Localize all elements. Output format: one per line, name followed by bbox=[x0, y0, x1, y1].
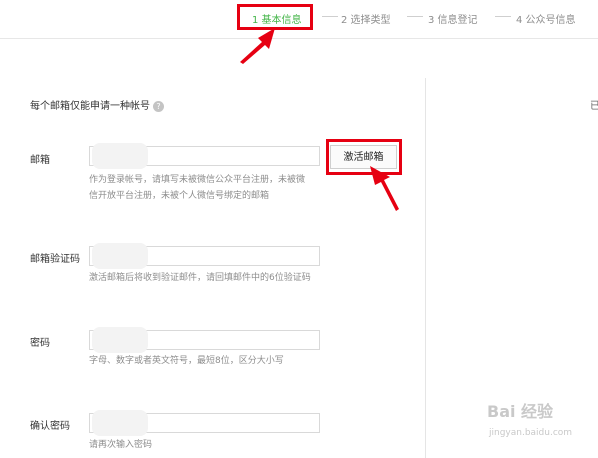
password-field[interactable] bbox=[89, 327, 320, 353]
step-divider bbox=[405, 11, 425, 22]
password-label: 密码 bbox=[30, 338, 50, 349]
confirm-password-hint: 请再次输入密码 bbox=[89, 440, 153, 450]
notice-text: 每个邮箱仅能申请一种帐号 bbox=[30, 101, 150, 112]
watermark-url: jingyan.baidu.com bbox=[489, 428, 573, 438]
verify-code-hint: 激活邮箱后将收到验证邮件，请回填邮件中的6位验证码 bbox=[89, 273, 311, 283]
arrow-icon bbox=[370, 166, 399, 211]
redacted-value bbox=[92, 410, 148, 436]
step-info-register: 3 信息登记 bbox=[428, 15, 478, 26]
email-label: 邮箱 bbox=[30, 155, 50, 166]
watermark-logo: Bai 经验 bbox=[487, 402, 554, 421]
step-select-type: 2 选择类型 bbox=[341, 15, 391, 26]
account-notice: 每个邮箱仅能申请一种帐号? bbox=[30, 97, 164, 112]
verify-code-field[interactable] bbox=[89, 243, 320, 269]
step-account-info: 4 公众号信息 bbox=[516, 15, 576, 26]
email-hint: 作为登录帐号，请填写未被微信公众平台注册，未被微信开放平台注册，未被个人微信号绑… bbox=[89, 175, 306, 201]
confirm-password-field[interactable] bbox=[89, 410, 320, 436]
step-divider bbox=[320, 11, 340, 22]
side-panel-text: 已 bbox=[590, 101, 598, 112]
verify-code-label: 邮箱验证码 bbox=[30, 254, 80, 265]
password-hint: 字母、数字或者英文符号，最短8位，区分大小写 bbox=[89, 356, 284, 366]
confirm-password-label: 确认密码 bbox=[30, 421, 70, 432]
redacted-value bbox=[92, 143, 148, 169]
arrow-icon bbox=[240, 28, 275, 64]
redacted-value bbox=[92, 243, 148, 269]
help-icon[interactable]: ? bbox=[153, 100, 164, 112]
redacted-value bbox=[92, 327, 148, 353]
panel-divider bbox=[425, 78, 426, 458]
email-field[interactable] bbox=[89, 143, 320, 169]
step-divider bbox=[493, 11, 513, 22]
